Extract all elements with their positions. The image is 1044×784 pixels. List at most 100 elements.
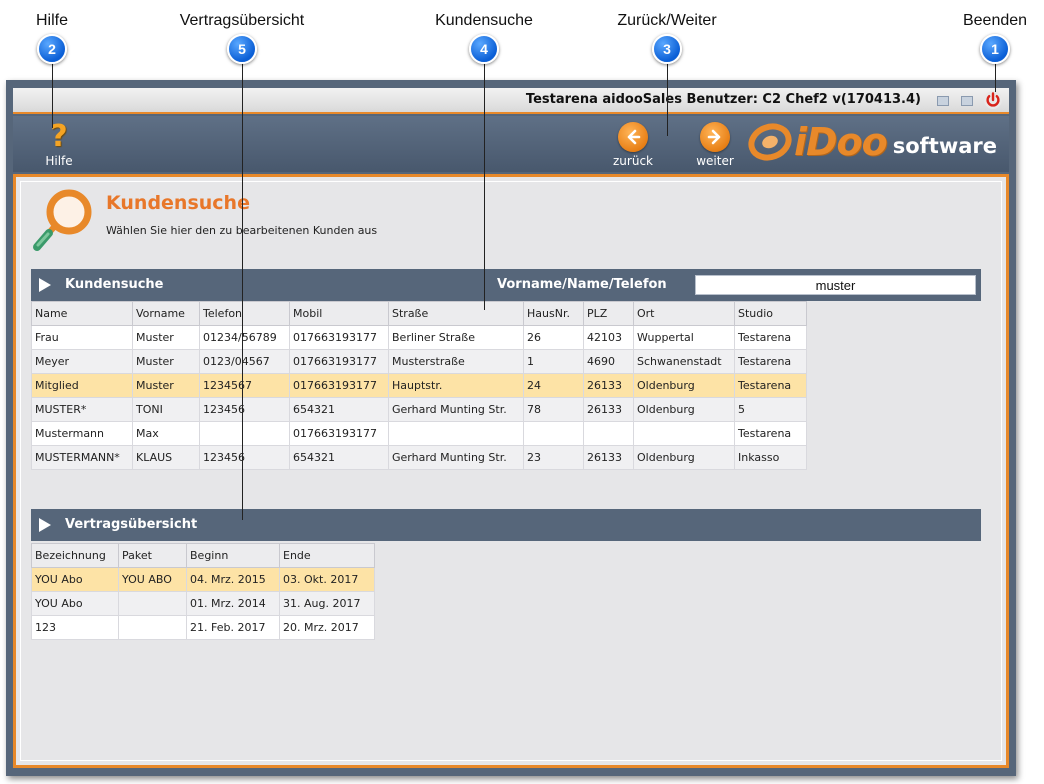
- customer-cell: Inkasso: [734, 445, 807, 470]
- customer-cell: 017663193177: [289, 325, 389, 350]
- contract-column-header[interactable]: Beginn: [186, 543, 280, 568]
- minimize-button[interactable]: [937, 96, 949, 106]
- customer-row[interactable]: Mitglied Muster 1234567 017663193177 Hauptst…: [31, 373, 807, 398]
- customer-cell: Gerhard Munting Str.: [388, 445, 524, 470]
- contract-cell: YOU Abo: [31, 591, 119, 616]
- customer-cell: [633, 421, 735, 446]
- callout-label-kundensuche: Kundensuche: [435, 12, 533, 29]
- customer-column-header[interactable]: Straße: [388, 301, 524, 326]
- callout-label-vertragsuebersicht: Vertragsübersicht: [179, 12, 305, 29]
- customer-cell: 24: [523, 373, 584, 398]
- contract-table: Bezeichnung Paket Beginn Ende YOU Abo YOU AB…: [31, 543, 375, 640]
- contract-column-header[interactable]: Paket: [118, 543, 187, 568]
- app-window: Testarena aidooSales Benutzer: C2 Chef2 …: [6, 80, 1016, 776]
- customer-cell: 01234/56789: [199, 325, 290, 350]
- customer-cell: 017663193177: [289, 373, 389, 398]
- help-button[interactable]: ? Hilfe: [39, 122, 79, 169]
- customer-cell: [199, 421, 290, 446]
- customer-cell: Berliner Straße: [388, 325, 524, 350]
- customer-cell: Oldenburg: [633, 397, 735, 422]
- callout-leader-hilfe: [52, 62, 53, 128]
- customer-row[interactable]: Mustermann Max 017663193177 Testarena: [31, 421, 807, 446]
- window-title: Testarena aidooSales Benutzer: C2 Chef2 …: [525, 92, 921, 107]
- customer-cell: 1: [523, 349, 584, 374]
- contract-cell: 03. Okt. 2017: [279, 567, 375, 592]
- callout-badge-5: 5: [227, 34, 257, 64]
- arrow-left-icon: [618, 122, 648, 152]
- customer-cell: TONI: [132, 397, 200, 422]
- customer-cell: 123456: [199, 397, 290, 422]
- customer-row[interactable]: Meyer Muster 0123/04567 017663193177 Musters…: [31, 349, 807, 374]
- customer-cell: 26133: [583, 373, 634, 398]
- customer-cell: Gerhard Munting Str.: [388, 397, 524, 422]
- customer-column-header[interactable]: Name: [31, 301, 133, 326]
- arrow-right-icon: [700, 122, 730, 152]
- help-label: Hilfe: [45, 154, 73, 168]
- contract-row[interactable]: 123 21. Feb. 2017 20. Mrz. 2017: [31, 615, 375, 640]
- search-label: Vorname/Name/Telefon: [497, 277, 667, 292]
- brand-name: iDoo: [793, 120, 888, 164]
- contract-cell: 01. Mrz. 2014: [186, 591, 280, 616]
- contract-column-header[interactable]: Bezeichnung: [31, 543, 119, 568]
- customer-cell: 0123/04567: [199, 349, 290, 374]
- customer-cell: Musterstraße: [388, 349, 524, 374]
- title-bar: Testarena aidooSales Benutzer: C2 Chef2 …: [13, 88, 1009, 114]
- customer-row[interactable]: Frau Muster 01234/56789 017663193177 Berline…: [31, 325, 807, 350]
- contract-cell: [118, 615, 187, 640]
- customer-cell: 017663193177: [289, 349, 389, 374]
- brand-logo: iDoo software: [748, 122, 997, 162]
- customer-search-title: Kundensuche: [65, 277, 164, 292]
- customer-cell: [583, 421, 634, 446]
- contract-cell: YOU ABO: [118, 567, 187, 592]
- customer-cell: 123456: [199, 445, 290, 470]
- customer-cell: Hauptstr.: [388, 373, 524, 398]
- forward-button[interactable]: weiter: [687, 122, 743, 168]
- callout-leader-beenden: [995, 62, 996, 92]
- customer-column-header[interactable]: Ort: [633, 301, 735, 326]
- back-button[interactable]: zurück: [605, 122, 661, 168]
- callout-label-zurueck-weiter: Zurück/Weiter: [617, 12, 717, 29]
- customer-cell: Testarena: [734, 325, 807, 350]
- customer-cell: Testarena: [734, 421, 807, 446]
- maximize-button[interactable]: [961, 96, 973, 106]
- customer-column-header[interactable]: PLZ: [583, 301, 634, 326]
- callout-label-beenden: Beenden: [962, 12, 1028, 29]
- customer-cell: Oldenburg: [633, 373, 735, 398]
- customer-column-header[interactable]: Mobil: [289, 301, 389, 326]
- customer-search-header[interactable]: Kundensuche Vorname/Name/Telefon: [31, 269, 981, 301]
- customer-row[interactable]: MUSTER* TONI 123456 654321 Gerhard Munting S…: [31, 397, 807, 422]
- play-triangle-icon: [39, 518, 51, 532]
- customer-column-header[interactable]: Telefon: [199, 301, 290, 326]
- customer-cell: 017663193177: [289, 421, 389, 446]
- contracts-header[interactable]: Vertragsübersicht: [31, 509, 981, 541]
- callout-badge-1: 1: [980, 34, 1010, 64]
- customer-cell: Muster: [132, 349, 200, 374]
- customer-cell: 42103: [583, 325, 634, 350]
- contract-row[interactable]: YOU Abo 01. Mrz. 2014 31. Aug. 2017: [31, 591, 375, 616]
- contract-column-header[interactable]: Ende: [279, 543, 375, 568]
- contract-cell: 21. Feb. 2017: [186, 615, 280, 640]
- customer-cell: [523, 421, 584, 446]
- contract-cell: 31. Aug. 2017: [279, 591, 375, 616]
- customer-column-header[interactable]: HausNr.: [523, 301, 584, 326]
- customer-cell: [388, 421, 524, 446]
- page-title: Kundensuche: [106, 192, 250, 214]
- customer-row[interactable]: MUSTERMANN* KLAUS 123456 654321 Gerhard Munt…: [31, 445, 807, 470]
- contract-row[interactable]: YOU Abo YOU ABO 04. Mrz. 2015 03. Okt. 2017: [31, 567, 375, 592]
- customer-cell: 1234567: [199, 373, 290, 398]
- customer-cell: Frau: [31, 325, 133, 350]
- callout-leader-zurueck-weiter: [667, 62, 668, 136]
- power-icon[interactable]: [983, 90, 1003, 110]
- customer-cell: Oldenburg: [633, 445, 735, 470]
- contract-table-header: Bezeichnung Paket Beginn Ende: [31, 543, 375, 568]
- callout-label-hilfe: Hilfe: [35, 12, 69, 29]
- customer-column-header[interactable]: Studio: [734, 301, 807, 326]
- customer-cell: Mustermann: [31, 421, 133, 446]
- customer-cell: 5: [734, 397, 807, 422]
- customer-column-header[interactable]: Vorname: [132, 301, 200, 326]
- contract-cell: 123: [31, 615, 119, 640]
- contract-cell: 04. Mrz. 2015: [186, 567, 280, 592]
- search-input[interactable]: [695, 275, 976, 295]
- customer-cell: MUSTERMANN*: [31, 445, 133, 470]
- customer-cell: 4690: [583, 349, 634, 374]
